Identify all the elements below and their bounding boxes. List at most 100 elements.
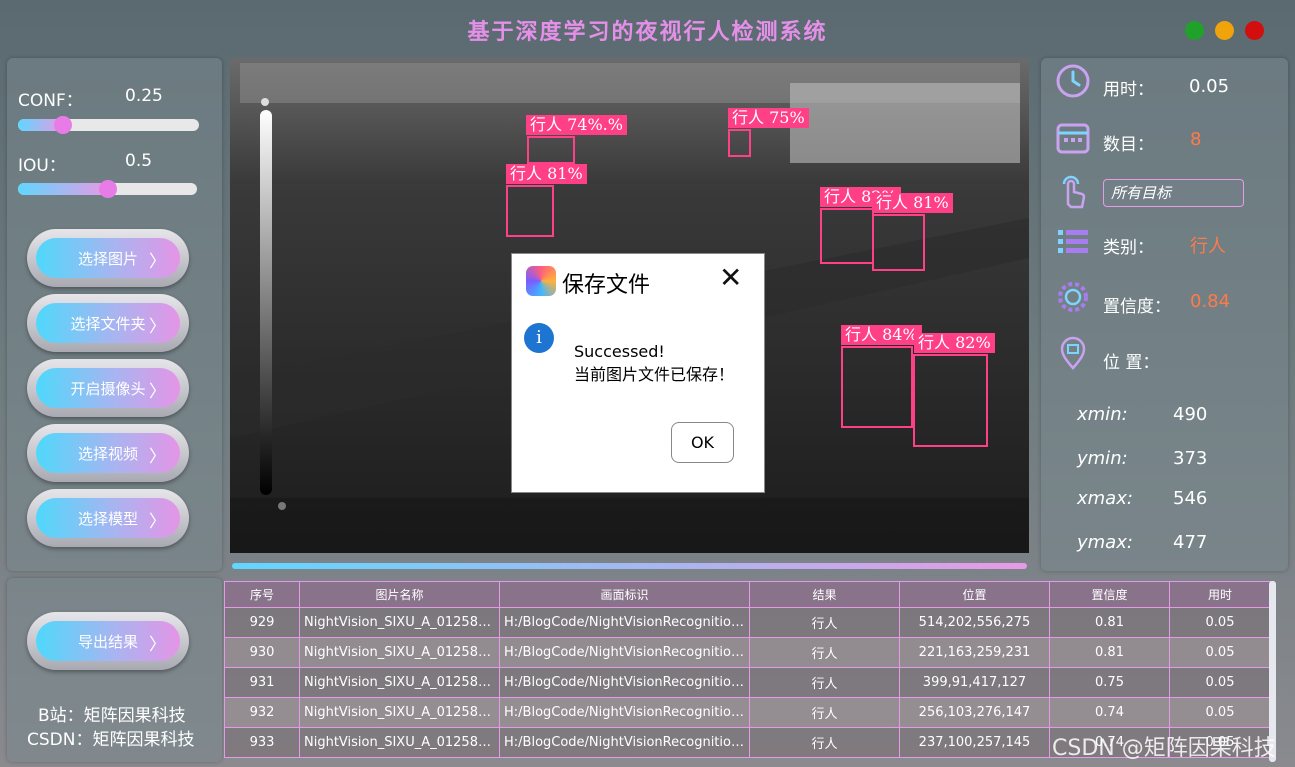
calendar-icon [1056, 123, 1090, 154]
table-cell: 0.81 [1049, 607, 1170, 638]
table-cell: NightVision_SIXU_A_01258.jpg [299, 607, 500, 638]
credit-bilibili: B站：矩阵因果科技 [38, 706, 186, 726]
app-title: 基于深度学习的夜视行人检测系统 [467, 19, 828, 45]
iou-label: IOU： [18, 156, 66, 176]
conf-slider-handle[interactable] [54, 116, 72, 134]
table-cell: 行人 [749, 697, 900, 728]
conf-label: CONF： [18, 91, 83, 111]
select-video-label: 选择视频 [77, 444, 138, 463]
detection-box [841, 346, 913, 428]
table-cell: 929 [224, 607, 300, 638]
xmin-value: 490 [1173, 404, 1208, 425]
minimize-button[interactable] [1185, 21, 1204, 40]
info-icon: i [524, 323, 554, 353]
detection-box [527, 136, 575, 164]
close-icon[interactable]: ✕ [719, 264, 742, 292]
table-cell: 933 [224, 727, 300, 758]
location-icon [1060, 336, 1086, 370]
chevron-right-icon: 〉 [149, 447, 166, 467]
result-panel: 用时： 0.05 数目： 8 所有目标 类别： 行人 置信度： 0.84 位 置… [1041, 58, 1288, 571]
table-cell: 0.75 [1049, 667, 1170, 698]
table-cell: 0.81 [1049, 637, 1170, 668]
select-model-button[interactable]: 选择模型 〉 [27, 489, 189, 547]
table-cell: 399,91,417,127 [899, 667, 1050, 698]
title-bar: 基于深度学习的夜视行人检测系统 [0, 0, 1295, 58]
app-logo-icon [526, 266, 556, 296]
select-image-label: 选择图片 [77, 249, 138, 268]
table-row[interactable]: 930 NightVision_SIXU_A_01258.jpg H:/Blog… [224, 637, 1271, 668]
table-cell: 514,202,556,275 [899, 607, 1050, 638]
table-row[interactable]: 929 NightVision_SIXU_A_01258.jpg H:/Blog… [224, 607, 1271, 638]
table-cell: 行人 [749, 727, 900, 758]
table-cell: H:/BlogCode/NightVisionRecognition... [499, 697, 750, 728]
export-results-button-face[interactable]: 导出结果 〉 [36, 621, 180, 661]
detection-label: 行人 82% [914, 333, 995, 353]
target-select[interactable]: 所有目标 [1103, 179, 1244, 207]
table-cell: 0.74 [1049, 697, 1170, 728]
export-results-label: 导出结果 [77, 632, 138, 651]
column-header[interactable]: 用时 [1169, 581, 1271, 608]
column-header[interactable]: 结果 [749, 581, 900, 608]
table-cell: NightVision_SIXU_A_01258.jpg [299, 667, 500, 698]
table-row[interactable]: 931 NightVision_SIXU_A_01258.jpg H:/Blog… [224, 667, 1271, 698]
chevron-right-icon: 〉 [149, 317, 166, 337]
column-header[interactable]: 序号 [224, 581, 300, 608]
table-cell: 行人 [749, 607, 900, 638]
detection-box [913, 354, 988, 447]
detection-label: 行人 84% [841, 325, 922, 345]
iou-slider[interactable] [18, 180, 197, 198]
list-icon [1058, 230, 1088, 253]
iou-slider-handle[interactable] [99, 180, 117, 198]
table-cell: 237,100,257,145 [899, 727, 1050, 758]
select-folder-button-face[interactable]: 选择文件夹 〉 [36, 303, 180, 343]
time-value: 0.05 [1189, 76, 1230, 97]
table-cell: H:/BlogCode/NightVisionRecognition... [499, 607, 750, 638]
open-camera-button[interactable]: 开启摄像头 〉 [27, 359, 189, 417]
select-image-button[interactable]: 选择图片 〉 [27, 229, 189, 287]
column-header[interactable]: 图片名称 [299, 581, 500, 608]
detection-label: 行人 81% [872, 193, 953, 213]
table-row[interactable]: 932 NightVision_SIXU_A_01258.jpg H:/Blog… [224, 697, 1271, 728]
table-cell: NightVision_SIXU_A_01258.jpg [299, 727, 500, 758]
ymin-value: 373 [1173, 448, 1208, 469]
table-cell: 221,163,259,231 [899, 637, 1050, 668]
ok-button[interactable]: OK [671, 422, 734, 463]
chevron-right-icon: 〉 [149, 382, 166, 402]
column-header[interactable]: 画面标识 [499, 581, 750, 608]
xmax-label: xmax: [1077, 488, 1133, 509]
select-model-button-face[interactable]: 选择模型 〉 [36, 498, 180, 538]
close-button[interactable] [1245, 21, 1264, 40]
select-video-button[interactable]: 选择视频 〉 [27, 424, 189, 482]
xmax-value: 546 [1173, 488, 1208, 509]
table-header: 序号 图片名称 画面标识 结果 位置 置信度 用时 [224, 581, 1271, 608]
dialog-title: 保存文件 [562, 273, 651, 298]
table-cell: 行人 [749, 667, 900, 698]
detection-label: 行人 74%.% [526, 115, 627, 135]
export-results-button[interactable]: 导出结果 〉 [27, 612, 189, 670]
count-label: 数目： [1103, 135, 1154, 155]
open-camera-button-face[interactable]: 开启摄像头 〉 [36, 368, 180, 408]
conf-slider[interactable] [18, 116, 199, 134]
open-camera-label: 开启摄像头 [70, 379, 146, 398]
table-cell: 0.05 [1169, 607, 1271, 638]
table-cell: NightVision_SIXU_A_01258.jpg [299, 697, 500, 728]
ymax-value: 477 [1173, 532, 1208, 553]
table-cell: 0.05 [1169, 697, 1271, 728]
detection-label: 行人 75% [728, 108, 809, 128]
save-file-dialog: 保存文件 ✕ i Successed! 当前图片文件已保存！ OK [511, 253, 765, 493]
select-video-button-face[interactable]: 选择视频 〉 [36, 433, 180, 473]
select-folder-button[interactable]: 选择文件夹 〉 [27, 294, 189, 352]
position-label: 位 置： [1103, 353, 1160, 373]
select-image-button-face[interactable]: 选择图片 〉 [36, 238, 180, 278]
column-header[interactable]: 置信度 [1049, 581, 1170, 608]
table-cell: 932 [224, 697, 300, 728]
dialog-message-detail: 当前图片文件已保存！ [574, 365, 735, 384]
clock-icon [1056, 64, 1090, 98]
table-cell: 行人 [749, 637, 900, 668]
column-header[interactable]: 位置 [899, 581, 1050, 608]
iou-slider-fill [18, 183, 108, 195]
progress-bar[interactable] [232, 563, 1027, 569]
maximize-button[interactable] [1215, 21, 1234, 40]
iou-value: 0.5 [125, 151, 153, 171]
confidence-value: 0.84 [1190, 291, 1231, 312]
